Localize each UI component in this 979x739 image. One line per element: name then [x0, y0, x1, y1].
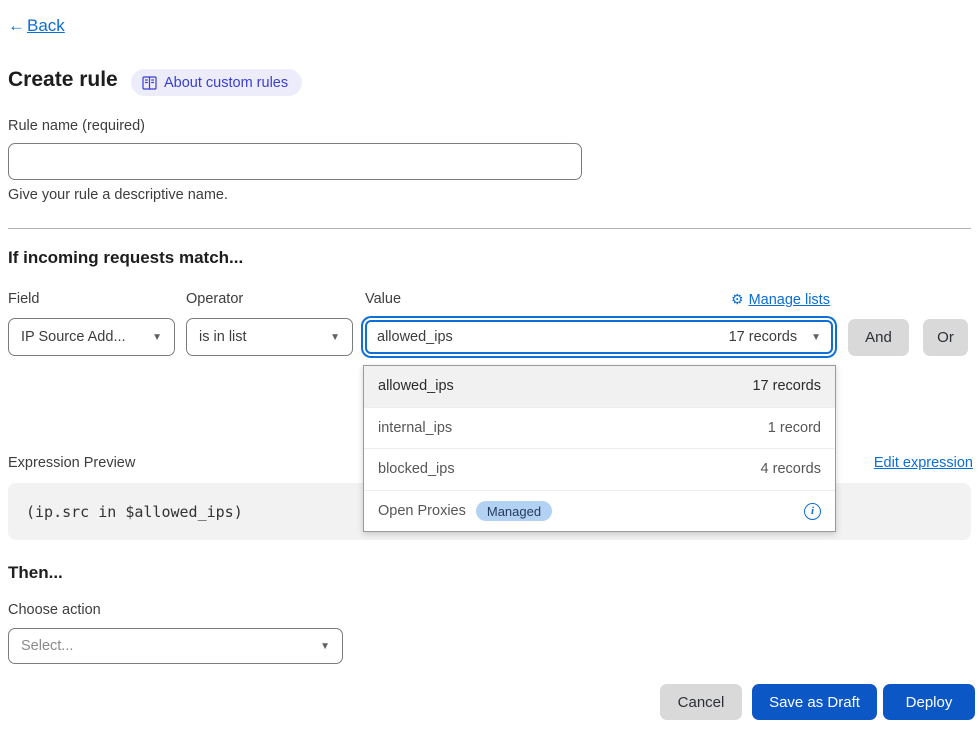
chevron-down-icon: ▼	[320, 641, 330, 652]
managed-badge: Managed	[476, 501, 552, 521]
list-item-open-proxies[interactable]: Open Proxies Managed i	[364, 491, 835, 533]
value-select[interactable]: allowed_ips 17 records ▼	[365, 320, 833, 354]
value-dropdown-list: allowed_ips 17 records internal_ips 1 re…	[363, 365, 836, 532]
back-label: Back	[27, 16, 65, 35]
info-icon[interactable]: i	[804, 503, 821, 520]
chevron-down-icon: ▼	[152, 332, 162, 343]
then-section-heading: Then...	[8, 563, 63, 583]
list-item-allowed-ips[interactable]: allowed_ips 17 records	[364, 366, 835, 408]
list-item-records: 17 records	[752, 378, 821, 394]
deploy-button[interactable]: Deploy	[883, 684, 975, 720]
operator-label: Operator	[186, 291, 243, 307]
section-divider	[8, 228, 971, 229]
about-custom-rules-link[interactable]: About custom rules	[131, 69, 302, 96]
value-record-count: 17 records	[729, 329, 798, 345]
back-link[interactable]: ←Back	[8, 16, 65, 36]
page-title: Create rule	[8, 68, 118, 92]
action-select[interactable]: Select... ▼	[8, 628, 343, 664]
field-label: Field	[8, 291, 39, 307]
list-item-name: Open Proxies	[378, 503, 466, 519]
rule-name-helper: Give your rule a descriptive name.	[8, 187, 228, 203]
rule-name-label: Rule name (required)	[8, 118, 145, 134]
and-button[interactable]: And	[848, 319, 909, 356]
chevron-down-icon: ▼	[811, 332, 821, 343]
field-select[interactable]: IP Source Add... ▼	[8, 318, 175, 356]
gear-icon: ⚙	[731, 291, 744, 308]
expression-preview-label: Expression Preview	[8, 455, 135, 471]
list-item-blocked-ips[interactable]: blocked_ips 4 records	[364, 449, 835, 491]
save-as-draft-button[interactable]: Save as Draft	[752, 684, 877, 720]
book-icon	[142, 76, 157, 90]
choose-action-label: Choose action	[8, 602, 101, 618]
list-item-name: allowed_ips	[378, 378, 454, 394]
action-select-placeholder: Select...	[21, 638, 312, 654]
edit-expression-link[interactable]: Edit expression	[874, 455, 973, 471]
value-select-value: allowed_ips	[377, 329, 729, 345]
back-arrow-icon: ←	[8, 16, 25, 36]
list-item-name: blocked_ips	[378, 461, 455, 477]
create-rule-page: ←Back Create rule About custom rules Rul…	[0, 0, 979, 739]
manage-lists-label: Manage lists	[749, 292, 830, 308]
rule-name-input[interactable]	[8, 143, 582, 180]
chevron-down-icon: ▼	[330, 332, 340, 343]
cancel-button[interactable]: Cancel	[660, 684, 742, 720]
list-item-records: 1 record	[768, 420, 821, 436]
manage-lists-link[interactable]: ⚙ Manage lists	[731, 291, 830, 308]
operator-select[interactable]: is in list ▼	[186, 318, 353, 356]
value-label: Value	[365, 291, 401, 307]
list-item-records: 4 records	[761, 461, 821, 477]
or-button[interactable]: Or	[923, 319, 968, 356]
about-badge-label: About custom rules	[164, 75, 288, 91]
expression-code: (ip.src in $allowed_ips)	[26, 503, 243, 521]
list-item-internal-ips[interactable]: internal_ips 1 record	[364, 408, 835, 450]
operator-select-value: is in list	[199, 329, 322, 345]
match-section-heading: If incoming requests match...	[8, 248, 243, 268]
field-select-value: IP Source Add...	[21, 329, 144, 345]
list-item-name: internal_ips	[378, 420, 452, 436]
